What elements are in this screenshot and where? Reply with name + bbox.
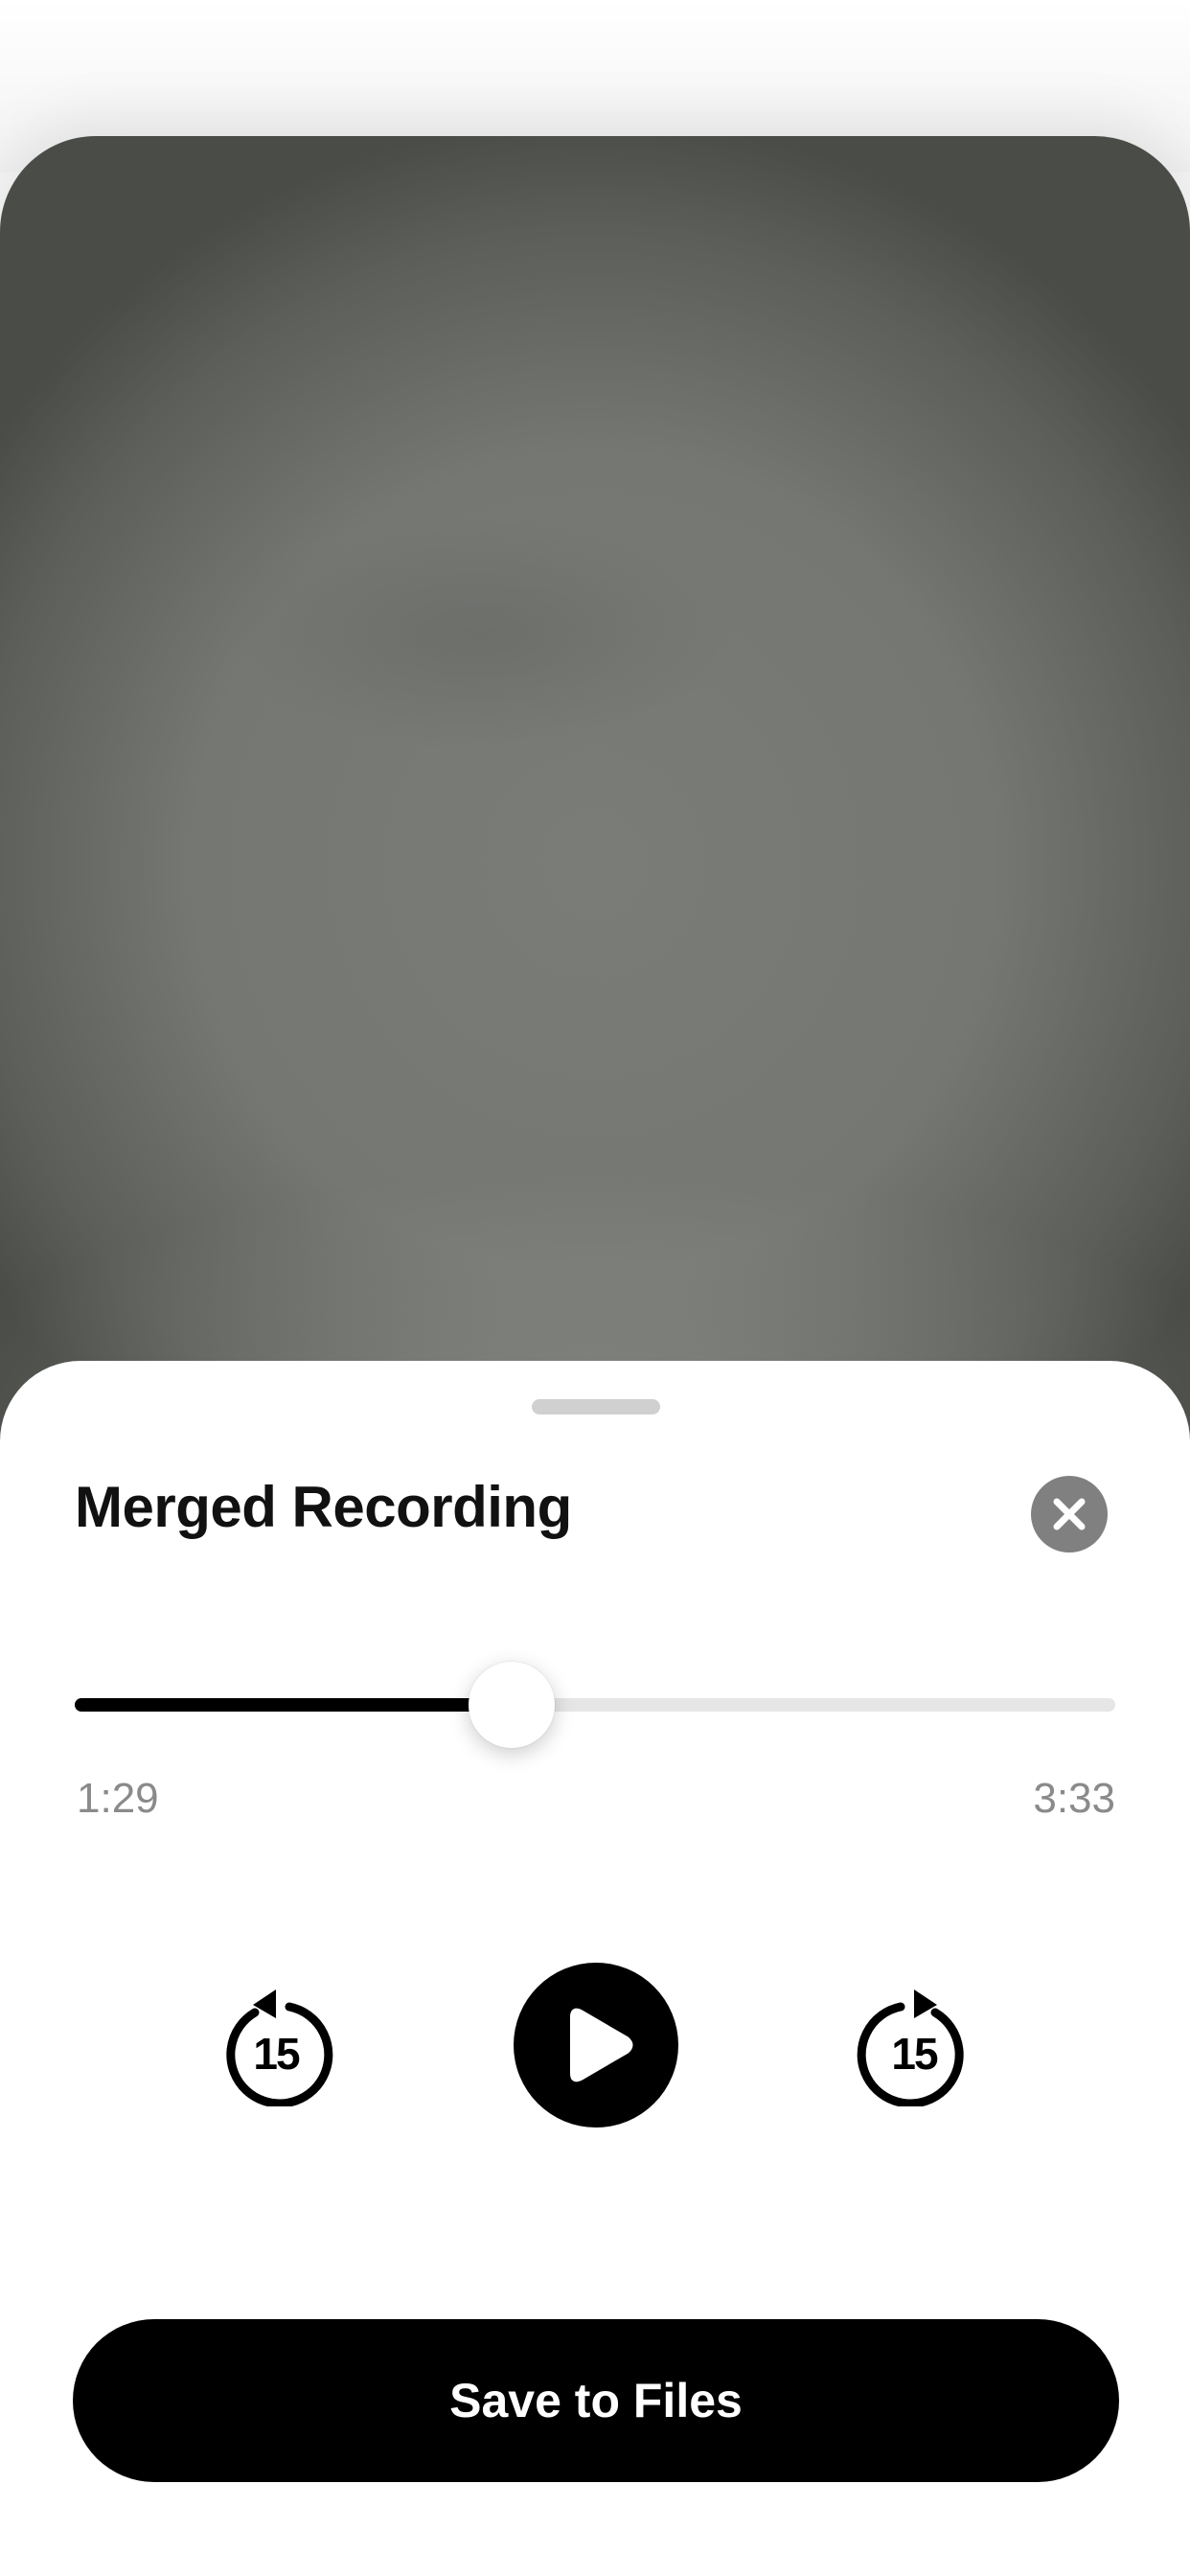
save-to-files-button[interactable]: Save to Files <box>73 2319 1119 2482</box>
play-button[interactable] <box>514 1963 678 2128</box>
skip-forward-button[interactable]: 15 <box>853 1984 975 2106</box>
save-to-files-label: Save to Files <box>449 2374 743 2427</box>
close-icon <box>1053 1498 1086 1530</box>
skip-forward-label: 15 <box>891 2029 938 2079</box>
slider-thumb[interactable] <box>469 1662 556 1748</box>
total-time: 3:33 <box>1033 1775 1115 1822</box>
progress-slider[interactable] <box>75 1662 1115 1748</box>
progress-fill <box>75 1698 513 1712</box>
blurred-background <box>0 136 1190 1574</box>
player-sheet: Merged Recording 1:29 3:33 15 15 Save to… <box>0 1361 1190 2576</box>
screen: Merged Recording 1:29 3:33 15 15 Save to… <box>0 0 1190 2576</box>
recording-title: Merged Recording <box>75 1475 572 1539</box>
close-button[interactable] <box>1031 1476 1108 1552</box>
skip-back-label: 15 <box>253 2029 300 2079</box>
play-icon <box>570 2008 633 2082</box>
elapsed-time: 1:29 <box>77 1775 159 1822</box>
sheet-grabber[interactable] <box>532 1399 660 1414</box>
skip-back-button[interactable]: 15 <box>215 1984 337 2106</box>
